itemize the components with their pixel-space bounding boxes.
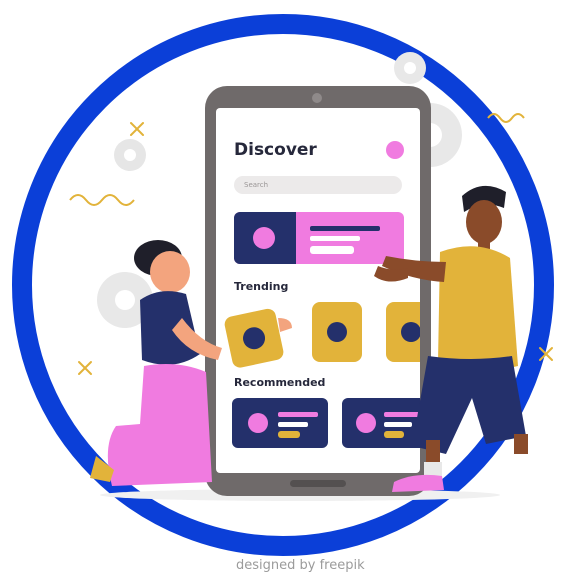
watermark: designed by freepik [236,558,365,573]
man-figure [374,185,528,492]
illustration: Discover Search Trending Recommended des… [0,0,581,586]
